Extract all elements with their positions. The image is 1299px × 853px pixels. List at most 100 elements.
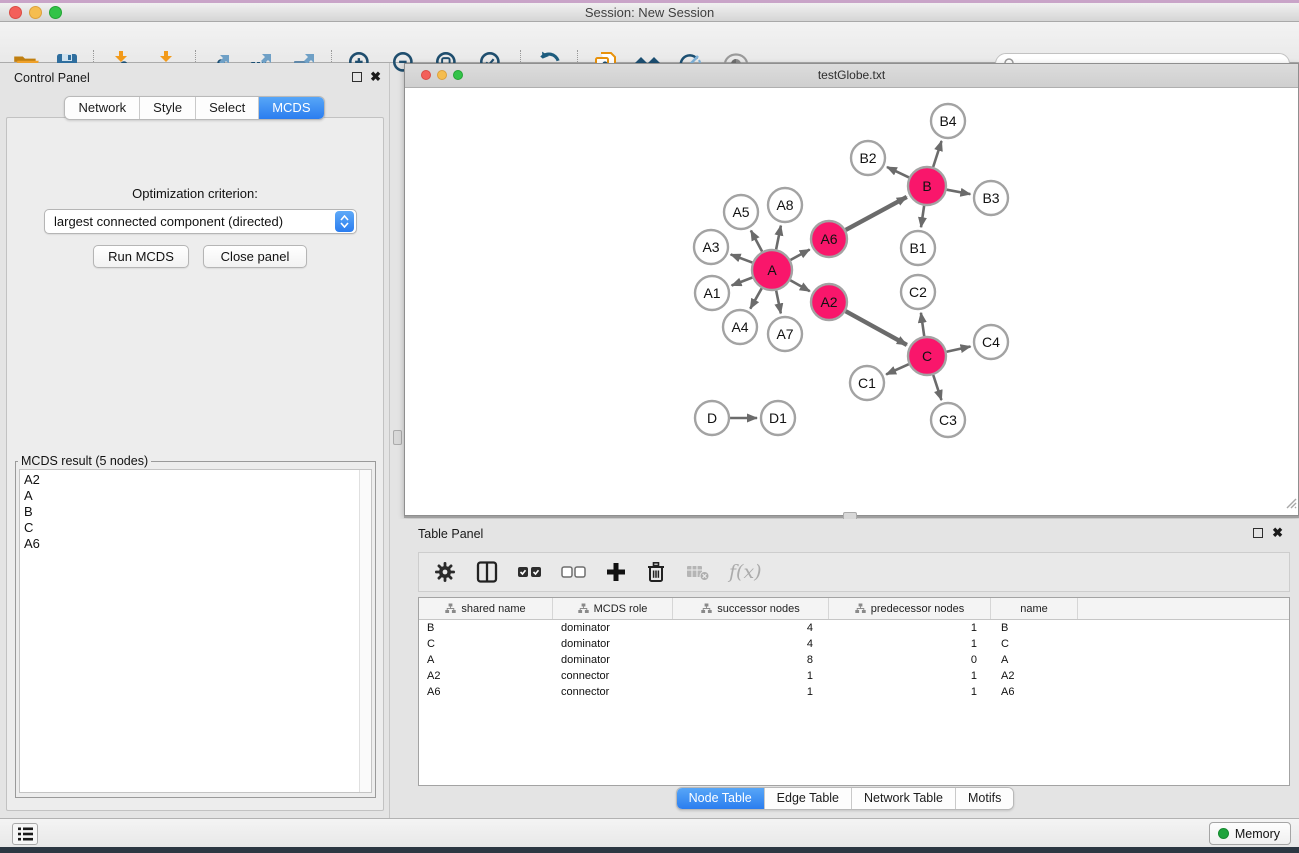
create-column-plus-icon[interactable] bbox=[605, 561, 627, 583]
optimization-criterion-label: Optimization criterion: bbox=[7, 186, 383, 201]
graph-node-A2[interactable]: A2 bbox=[811, 284, 847, 320]
graph-node-A3[interactable]: A3 bbox=[694, 230, 728, 264]
table-row[interactable]: A6connector11A6 bbox=[419, 684, 1289, 700]
control-panel-tabs: Network Style Select MCDS bbox=[0, 96, 389, 120]
result-list-item[interactable]: A2 bbox=[24, 472, 359, 488]
graph-node-C2[interactable]: C2 bbox=[901, 275, 935, 309]
graph-edge-A6-B[interactable] bbox=[846, 197, 907, 230]
result-list-item[interactable]: A bbox=[24, 488, 359, 504]
graph-edge-A-A7[interactable] bbox=[776, 291, 781, 314]
table-float-panel-icon[interactable] bbox=[1253, 528, 1263, 538]
table-row[interactable]: A2connector11A2 bbox=[419, 668, 1289, 684]
graph-node-B4[interactable]: B4 bbox=[931, 104, 965, 138]
graph-node-A[interactable]: A bbox=[752, 250, 792, 290]
graph-edge-A-A2[interactable] bbox=[790, 280, 810, 291]
column-header-MCDS-role[interactable]: MCDS role bbox=[553, 598, 673, 619]
table-cell: dominator bbox=[553, 638, 673, 650]
graph-edge-C-C3[interactable] bbox=[933, 375, 941, 400]
criterion-dropdown[interactable]: largest connected component (directed) bbox=[44, 209, 357, 234]
column-header-shared-name[interactable]: shared name bbox=[419, 598, 553, 619]
graph-node-B2[interactable]: B2 bbox=[851, 141, 885, 175]
node-table[interactable]: shared nameMCDS rolesuccessor nodesprede… bbox=[418, 597, 1290, 786]
memory-button[interactable]: Memory bbox=[1209, 822, 1291, 845]
tab-select[interactable]: Select bbox=[196, 97, 259, 119]
table-panel-title: Table Panel bbox=[418, 527, 483, 541]
graph-node-B[interactable]: B bbox=[908, 167, 946, 205]
column-header-name[interactable]: name bbox=[991, 598, 1078, 619]
table-row[interactable]: Bdominator41B bbox=[419, 620, 1289, 636]
desktop-background-bottom bbox=[0, 847, 1299, 853]
graph-node-A6[interactable]: A6 bbox=[811, 221, 847, 257]
graph-edge-C-C4[interactable] bbox=[947, 346, 971, 351]
graph-edge-A-A8[interactable] bbox=[776, 226, 781, 250]
graph-node-label: A bbox=[767, 262, 777, 278]
graph-edge-B-B2[interactable] bbox=[887, 167, 909, 177]
result-list-item[interactable]: C bbox=[24, 520, 359, 536]
memory-status-icon bbox=[1218, 828, 1229, 839]
graph-node-C[interactable]: C bbox=[908, 337, 946, 375]
graph-edge-C-C1[interactable] bbox=[886, 364, 909, 374]
graph-edge-B-B1[interactable] bbox=[921, 206, 924, 227]
graph-node-label: B4 bbox=[939, 113, 956, 129]
graph-node-C3[interactable]: C3 bbox=[931, 403, 965, 437]
deselect-all-rows-icon[interactable] bbox=[561, 562, 587, 582]
graph-node-D[interactable]: D bbox=[695, 401, 729, 435]
graph-edge-A2-C[interactable] bbox=[846, 311, 907, 345]
task-history-button[interactable] bbox=[12, 823, 38, 845]
tab-style[interactable]: Style bbox=[140, 97, 196, 119]
graph-edge-A-A6[interactable] bbox=[790, 250, 809, 260]
graph-node-A1[interactable]: A1 bbox=[695, 276, 729, 310]
graph-node-C1[interactable]: C1 bbox=[850, 366, 884, 400]
resize-grip-icon[interactable] bbox=[1283, 495, 1297, 514]
graph-node-label: A3 bbox=[702, 239, 719, 255]
result-list-item[interactable]: A6 bbox=[24, 536, 359, 552]
graph-node-label: A2 bbox=[820, 294, 837, 310]
network-canvas[interactable]: B4 B2 B B3 A5 A8 A6 B1 A3 A A1 C2 A2 A4 A7 C C4 C1 C3 D D1 bbox=[405, 88, 1298, 515]
table-cell: A bbox=[419, 654, 553, 666]
network-window-titlebar[interactable]: testGlobe.txt bbox=[405, 64, 1298, 88]
graph-node-B1[interactable]: B1 bbox=[901, 231, 935, 265]
graph-node-A4[interactable]: A4 bbox=[723, 310, 757, 344]
graph-node-A5[interactable]: A5 bbox=[724, 195, 758, 229]
graph-edge-B-B3[interactable] bbox=[947, 190, 971, 194]
graph-node-A8[interactable]: A8 bbox=[768, 188, 802, 222]
graph-node-B3[interactable]: B3 bbox=[974, 181, 1008, 215]
delete-columns-trash-icon[interactable] bbox=[645, 560, 667, 584]
result-list-scrollbar[interactable] bbox=[359, 470, 371, 792]
tab-edge-table[interactable]: Edge Table bbox=[765, 788, 852, 809]
tab-node-table[interactable]: Node Table bbox=[677, 788, 765, 809]
tab-mcds[interactable]: MCDS bbox=[259, 97, 323, 119]
vertical-splitter-handle[interactable] bbox=[393, 430, 402, 445]
table-row[interactable]: Adominator80A bbox=[419, 652, 1289, 668]
show-columns-icon[interactable] bbox=[475, 560, 499, 584]
table-close-panel-icon[interactable]: ✖ bbox=[1272, 528, 1283, 538]
column-settings-gear-icon[interactable] bbox=[433, 560, 457, 584]
graph-node-A7[interactable]: A7 bbox=[768, 317, 802, 351]
tab-network-table[interactable]: Network Table bbox=[852, 788, 956, 809]
select-all-rows-icon[interactable] bbox=[517, 562, 543, 582]
graph-node-D1[interactable]: D1 bbox=[761, 401, 795, 435]
float-panel-icon[interactable] bbox=[352, 72, 362, 82]
shared-column-icon bbox=[578, 603, 589, 614]
graph-edge-A-A4[interactable] bbox=[750, 288, 761, 308]
mcds-result-list[interactable]: A2ABCA6 bbox=[19, 469, 372, 793]
graph-node-label: B3 bbox=[982, 190, 999, 206]
tab-network[interactable]: Network bbox=[65, 97, 140, 119]
close-panel-button[interactable]: Close panel bbox=[203, 245, 307, 268]
graph-edge-A-A5[interactable] bbox=[751, 231, 762, 252]
graph-node-C4[interactable]: C4 bbox=[974, 325, 1008, 359]
graph-edge-C-C2[interactable] bbox=[921, 313, 924, 336]
table-panel-tabs: Node Table Edge Table Network Table Moti… bbox=[391, 787, 1299, 810]
graph-edge-B-B4[interactable] bbox=[933, 141, 941, 167]
result-list-item[interactable]: B bbox=[24, 504, 359, 520]
tab-motifs[interactable]: Motifs bbox=[956, 788, 1013, 809]
column-header-successor-nodes[interactable]: successor nodes bbox=[673, 598, 829, 619]
run-mcds-button[interactable]: Run MCDS bbox=[93, 245, 189, 268]
graph-edge-A-A3[interactable] bbox=[731, 254, 753, 262]
graph-edge-A-A1[interactable] bbox=[732, 278, 753, 286]
table-toolbar: f(x) bbox=[418, 552, 1290, 592]
memory-label: Memory bbox=[1235, 827, 1280, 841]
table-row[interactable]: Cdominator41C bbox=[419, 636, 1289, 652]
close-panel-icon[interactable]: ✖ bbox=[370, 72, 381, 82]
column-header-predecessor-nodes[interactable]: predecessor nodes bbox=[829, 598, 991, 619]
